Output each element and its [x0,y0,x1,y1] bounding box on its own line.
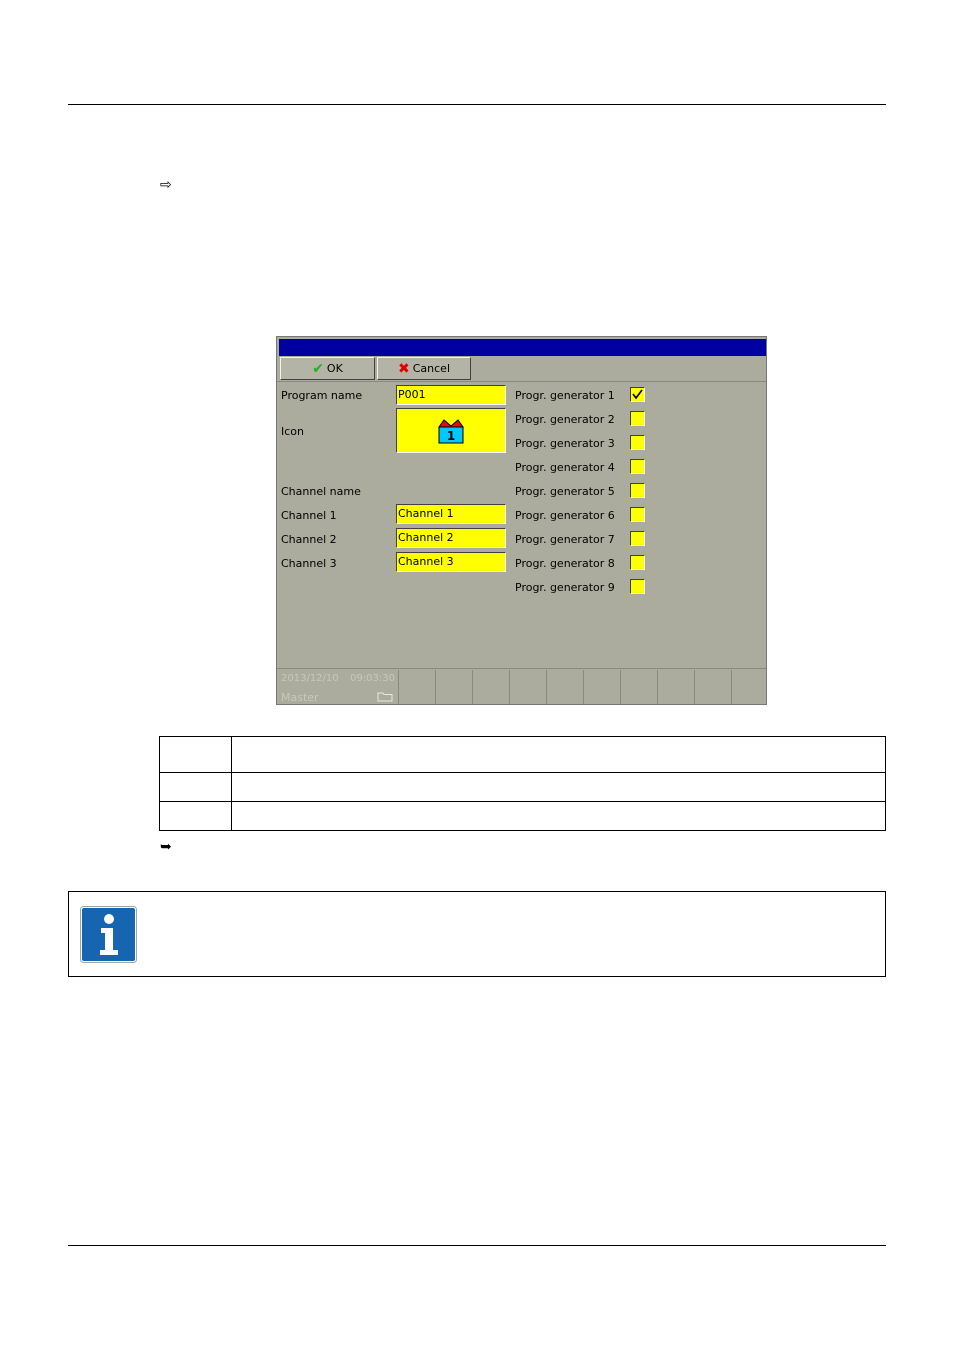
device-screen: ✔ OK ✖ Cancel Program name P001 Icon 1 C… [276,336,767,705]
cancel-label: Cancel [412,362,450,375]
program-house-icon: 1 [438,418,464,443]
generator-2-label: Progr. generator 2 [515,413,615,426]
program-name-field[interactable]: P001 [396,385,506,405]
generator-7-label: Progr. generator 7 [515,533,615,546]
function-key-10[interactable] [731,670,766,704]
function-key-2[interactable] [435,670,473,704]
ok-label: OK [326,362,343,375]
function-key-8[interactable] [657,670,695,704]
program-icon-number: 1 [447,429,455,443]
table-cell [231,772,886,802]
status-date: 2013/12/10 [281,673,339,684]
checkmark-icon [632,389,643,400]
table-row [159,772,886,802]
generator-7-checkbox[interactable] [630,531,645,546]
status-panel: 2013/12/10 09:03:30 Master [279,671,397,704]
generator-8-checkbox[interactable] [630,555,645,570]
channel-1-label: Channel 1 [281,509,337,522]
icon-label: Icon [281,425,304,438]
generator-5-label: Progr. generator 5 [515,485,615,498]
generator-1-label: Progr. generator 1 [515,389,615,402]
function-key-3[interactable] [472,670,510,704]
function-key-7[interactable] [620,670,658,704]
generator-9-label: Progr. generator 9 [515,581,615,594]
title-bar [279,339,766,356]
note-box [68,891,886,977]
channel-3-field[interactable]: Channel 3 [396,552,506,572]
table-cell [231,736,886,773]
generator-8-label: Progr. generator 8 [515,557,615,570]
generator-3-checkbox[interactable] [630,435,645,450]
result-arrow-icon: ➥ [160,838,172,854]
table-cell [159,801,232,831]
table-cell [231,801,886,831]
generator-6-label: Progr. generator 6 [515,509,615,522]
table-row [159,801,886,831]
channel-1-field[interactable]: Channel 1 [396,504,506,524]
info-icon [80,906,137,963]
channel-3-label: Channel 3 [281,557,337,570]
header-rule [68,104,886,105]
description-table [159,736,886,831]
function-key-bar: 2013/12/10 09:03:30 Master [277,668,766,704]
channel-2-label: Channel 2 [281,533,337,546]
function-key-9[interactable] [694,670,732,704]
program-name-label: Program name [281,389,363,402]
close-icon: ✖ [398,360,410,377]
generator-9-checkbox[interactable] [630,579,645,594]
table-row [159,736,886,773]
channel-name-heading: Channel name [281,485,361,498]
step-arrow-icon: ⇨ [160,176,172,192]
status-user: Master [281,691,319,704]
channel-2-field[interactable]: Channel 2 [396,528,506,548]
check-icon: ✔ [312,360,324,377]
function-key-6[interactable] [583,670,621,704]
status-time: 09:03:30 [350,673,395,684]
generator-3-label: Progr. generator 3 [515,437,615,450]
table-cell [159,772,232,802]
function-key-1[interactable] [398,670,436,704]
generator-2-checkbox[interactable] [630,411,645,426]
function-key-4[interactable] [509,670,547,704]
generator-5-checkbox[interactable] [630,483,645,498]
generator-4-label: Progr. generator 4 [515,461,615,474]
footer-rule [68,1245,886,1246]
function-key-5[interactable] [546,670,584,704]
generator-6-checkbox[interactable] [630,507,645,522]
icon-selector[interactable]: 1 [396,408,506,453]
folder-icon [377,692,393,702]
ok-button[interactable]: ✔ OK [280,357,375,380]
cancel-button[interactable]: ✖ Cancel [377,357,471,380]
toolbar: ✔ OK ✖ Cancel [277,356,766,382]
generator-1-checkbox[interactable] [630,387,645,402]
generator-4-checkbox[interactable] [630,459,645,474]
table-cell [159,736,232,773]
